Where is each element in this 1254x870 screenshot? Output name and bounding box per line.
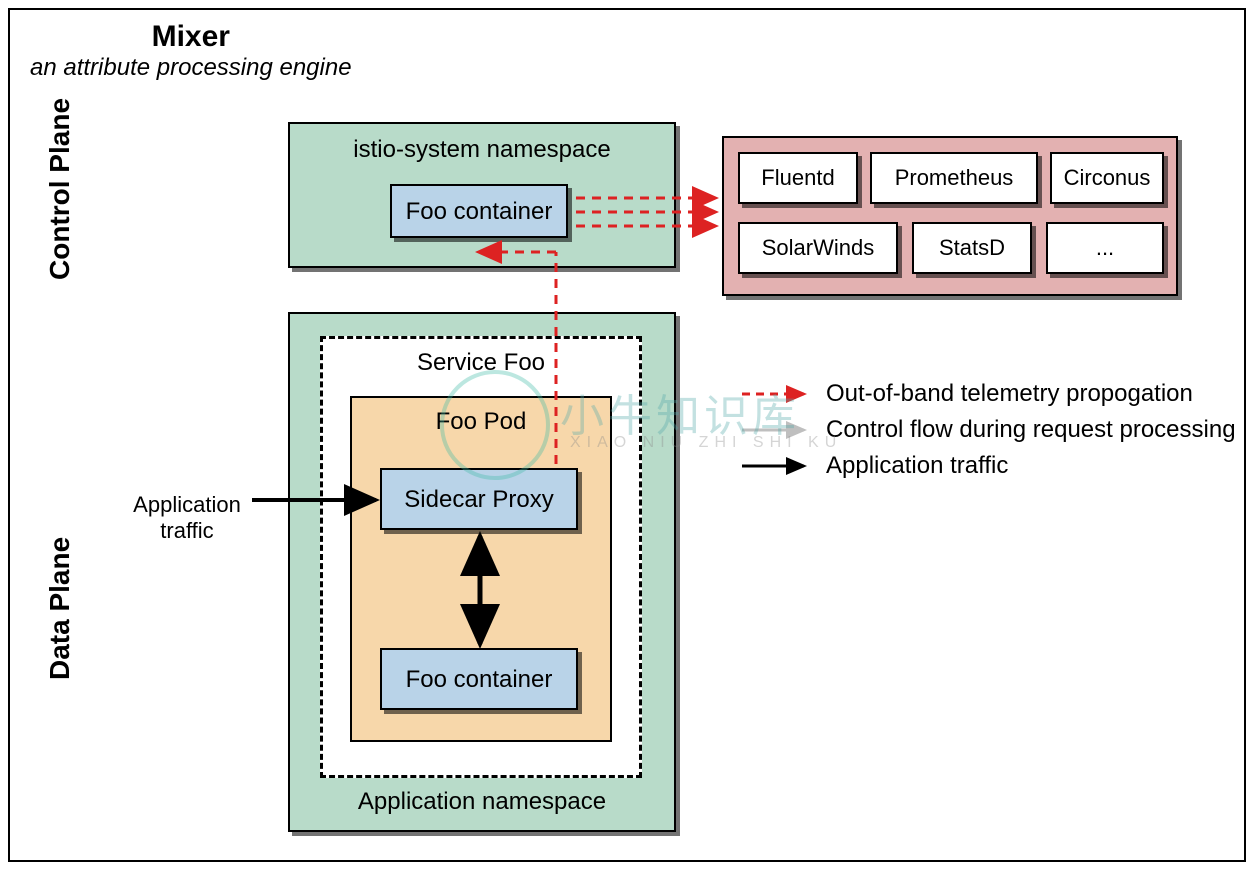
pod-foo-container-label: Foo container (382, 666, 576, 694)
adapter-fluentd-label: Fluentd (761, 165, 834, 191)
adapter-solarwinds: SolarWinds (738, 222, 898, 274)
adapter-statsd-label: StatsD (939, 235, 1005, 261)
adapter-more-label: ... (1096, 235, 1114, 261)
adapter-fluentd: Fluentd (738, 152, 858, 204)
adapter-prometheus: Prometheus (870, 152, 1038, 204)
application-traffic-label-l2: traffic (112, 518, 262, 544)
legend-ctrl-arrow-icon (740, 420, 816, 440)
data-plane-label: Data Plane (44, 537, 76, 680)
legend-oob-text: Out-of-band telemetry propogation (826, 380, 1193, 408)
adapter-more: ... (1046, 222, 1164, 274)
legend-ctrl-text: Control flow during request processing (826, 416, 1236, 444)
service-foo-label: Service Foo (323, 349, 639, 377)
sidecar-proxy-label: Sidecar Proxy (382, 486, 576, 514)
sidecar-proxy-box: Sidecar Proxy (380, 468, 578, 530)
pod-foo-container-box: Foo container (380, 648, 578, 710)
legend-oob: Out-of-band telemetry propogation (740, 380, 1193, 408)
legend-app-text: Application traffic (826, 452, 1008, 480)
legend-ctrl: Control flow during request processing (740, 416, 1236, 444)
application-traffic-label-l1: Application (112, 492, 262, 518)
adapter-circonus: Circonus (1050, 152, 1164, 204)
title-block: Mixer an attribute processing engine (30, 20, 352, 82)
mixer-foo-container-label: Foo container (392, 198, 566, 226)
legend-app: Application traffic (740, 452, 1008, 480)
adapter-solarwinds-label: SolarWinds (762, 235, 874, 261)
title-subtitle: an attribute processing engine (30, 54, 352, 82)
foo-pod-label: Foo Pod (352, 408, 610, 436)
application-traffic-label: Application traffic (112, 492, 262, 544)
application-namespace-label: Application namespace (290, 788, 674, 816)
title-main: Mixer (30, 20, 352, 54)
control-plane-label: Control Plane (44, 98, 76, 280)
adapter-circonus-label: Circonus (1064, 165, 1151, 191)
adapter-statsd: StatsD (912, 222, 1032, 274)
istio-system-namespace-label: istio-system namespace (290, 136, 674, 164)
legend-app-arrow-icon (740, 456, 816, 476)
mixer-foo-container-box: Foo container (390, 184, 568, 238)
adapter-prometheus-label: Prometheus (895, 165, 1014, 191)
legend-oob-arrow-icon (740, 384, 816, 404)
